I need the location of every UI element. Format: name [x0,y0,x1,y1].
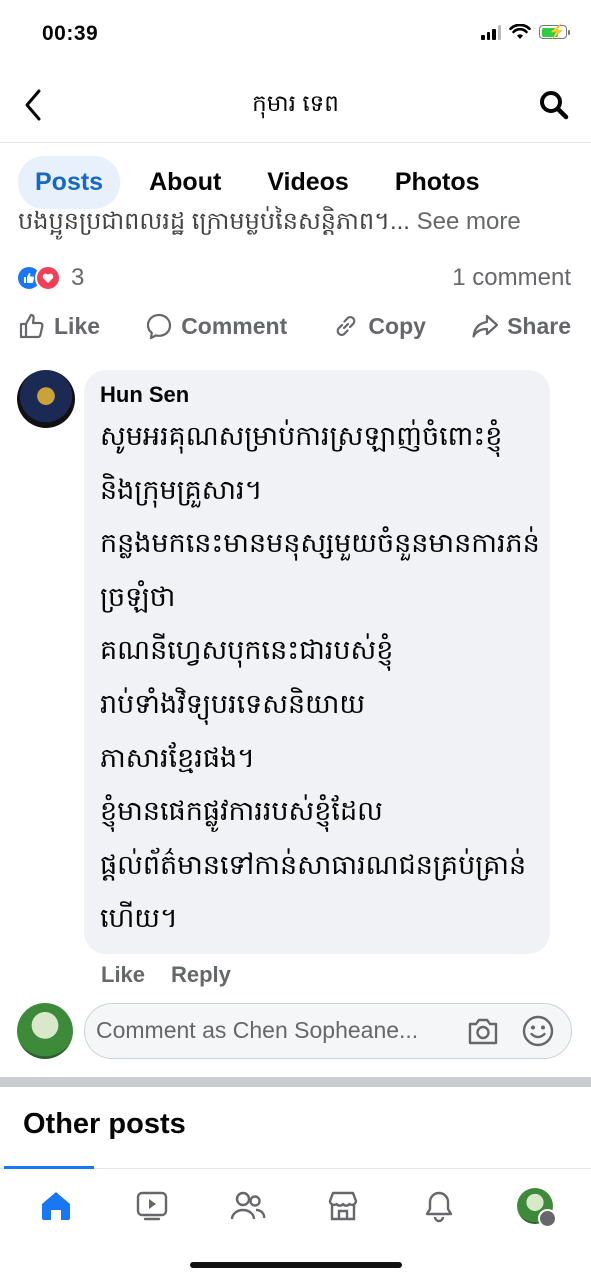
profile-tabs: Posts About Videos Photos [18,156,497,209]
section-divider [0,1077,591,1087]
reaction-summary[interactable]: 3 [16,264,84,292]
comment-line: សូមអរគុណសម្រាប់ការស្រឡាញ់ចំពោះខ្ញុំ [100,421,503,451]
comment-author[interactable]: Hun Sen [100,382,189,408]
share-icon [472,314,499,338]
nav-friends[interactable] [223,1186,273,1226]
like-button[interactable]: Like [18,312,100,340]
link-icon [337,316,356,336]
comment-line: ហើយ។ [100,903,178,934]
like-icon [19,313,44,339]
post-text: បងប្អូនប្រជាពលរដ្ឋ ក្រោមម្លប់នៃសន្តិភាព។… [18,206,578,241]
comment-icon [147,313,172,340]
tab-posts[interactable]: Posts [18,156,121,209]
share-button[interactable]: Share [471,312,571,340]
copy-label: Copy [368,312,426,339]
reaction-count: 3 [71,264,85,291]
nav-marketplace[interactable] [318,1186,368,1226]
comment-like-button[interactable]: Like [101,962,145,988]
camera-icon[interactable] [466,1015,500,1047]
comment-line: រាប់ទាំងវិទ្យុបរទេសនិយាយ [100,688,366,719]
page-title: កុមារ ទេព [252,90,339,116]
comment-count[interactable]: 1 comment [452,264,571,292]
tab-videos[interactable]: Videos [250,156,366,209]
wifi-icon [509,24,531,39]
see-more-link[interactable]: See more [417,208,521,235]
battery-icon: ⚡ [539,23,570,39]
comment-line: កន្លងមកនេះមានមនុស្សមួយចំនួនមានការភន់ [100,528,540,559]
comment-line: គណនីហ្វេសបុកនេះជារបស់ខ្ញុំ [100,635,394,666]
comment-line: ភាសារខ្មែរផង។ [100,742,255,773]
like-label: Like [54,312,101,339]
emoji-icon[interactable] [521,1014,555,1048]
signal-icon [481,24,501,40]
comment-line: ខ្ញុំមានផេកផ្លូវការរបស់ខ្ញុំដែល [100,796,383,827]
tab-photos[interactable]: Photos [378,156,497,209]
comment-line: ច្រឡំថា [100,581,176,612]
post-actions: Like Comment Copy Share [18,312,571,340]
share-label: Share [507,312,571,339]
nav-notifications[interactable] [414,1186,464,1226]
comment-reply-button[interactable]: Reply [171,962,231,988]
nav-active-indicator [4,1166,94,1169]
other-posts-heading: Other posts [23,1108,186,1140]
marketplace-icon [329,1191,358,1221]
tab-about[interactable]: About [132,156,238,209]
comment-button[interactable]: Comment [145,312,287,340]
post-text-excerpt: បងប្អូនប្រជាពលរដ្ឋ ក្រោមម្លប់នៃសន្តិភាព។… [18,208,410,235]
nav-video[interactable] [127,1186,177,1226]
commenter-avatar[interactable] [17,370,75,428]
search-icon[interactable] [539,90,569,120]
menu-avatar [517,1188,558,1228]
home-icon [41,1192,70,1220]
home-indicator [190,1262,402,1268]
friends-icon [230,1191,265,1220]
copy-button[interactable]: Copy [332,312,426,340]
comment-line: និងក្រុមគ្រួសារ។ [100,474,263,505]
comment-text: សូមអរគុណសម្រាប់ការស្រឡាញ់ចំពោះខ្ញុំ និងក… [100,410,540,946]
header-divider [0,142,591,143]
bell-icon [426,1191,453,1223]
love-reaction-icon [35,265,61,291]
nav-home[interactable] [31,1186,81,1226]
comment-label: Comment [181,312,288,339]
status-time: 00:39 [42,22,99,45]
reaction-icons [16,265,61,291]
status-icons: ⚡ [481,23,570,40]
bottom-nav [0,1186,591,1228]
nav-menu[interactable] [510,1186,560,1228]
menu-icon [538,1209,558,1228]
comment-line: ផ្តល់ព័ត៌មានទៅកាន់សាធារណជនគ្រប់គ្រាន់ [100,849,527,880]
video-icon [136,1191,167,1221]
comment-input-placeholder[interactable]: Comment as Chen Sopheane... [96,1017,456,1044]
my-avatar [17,1003,73,1059]
